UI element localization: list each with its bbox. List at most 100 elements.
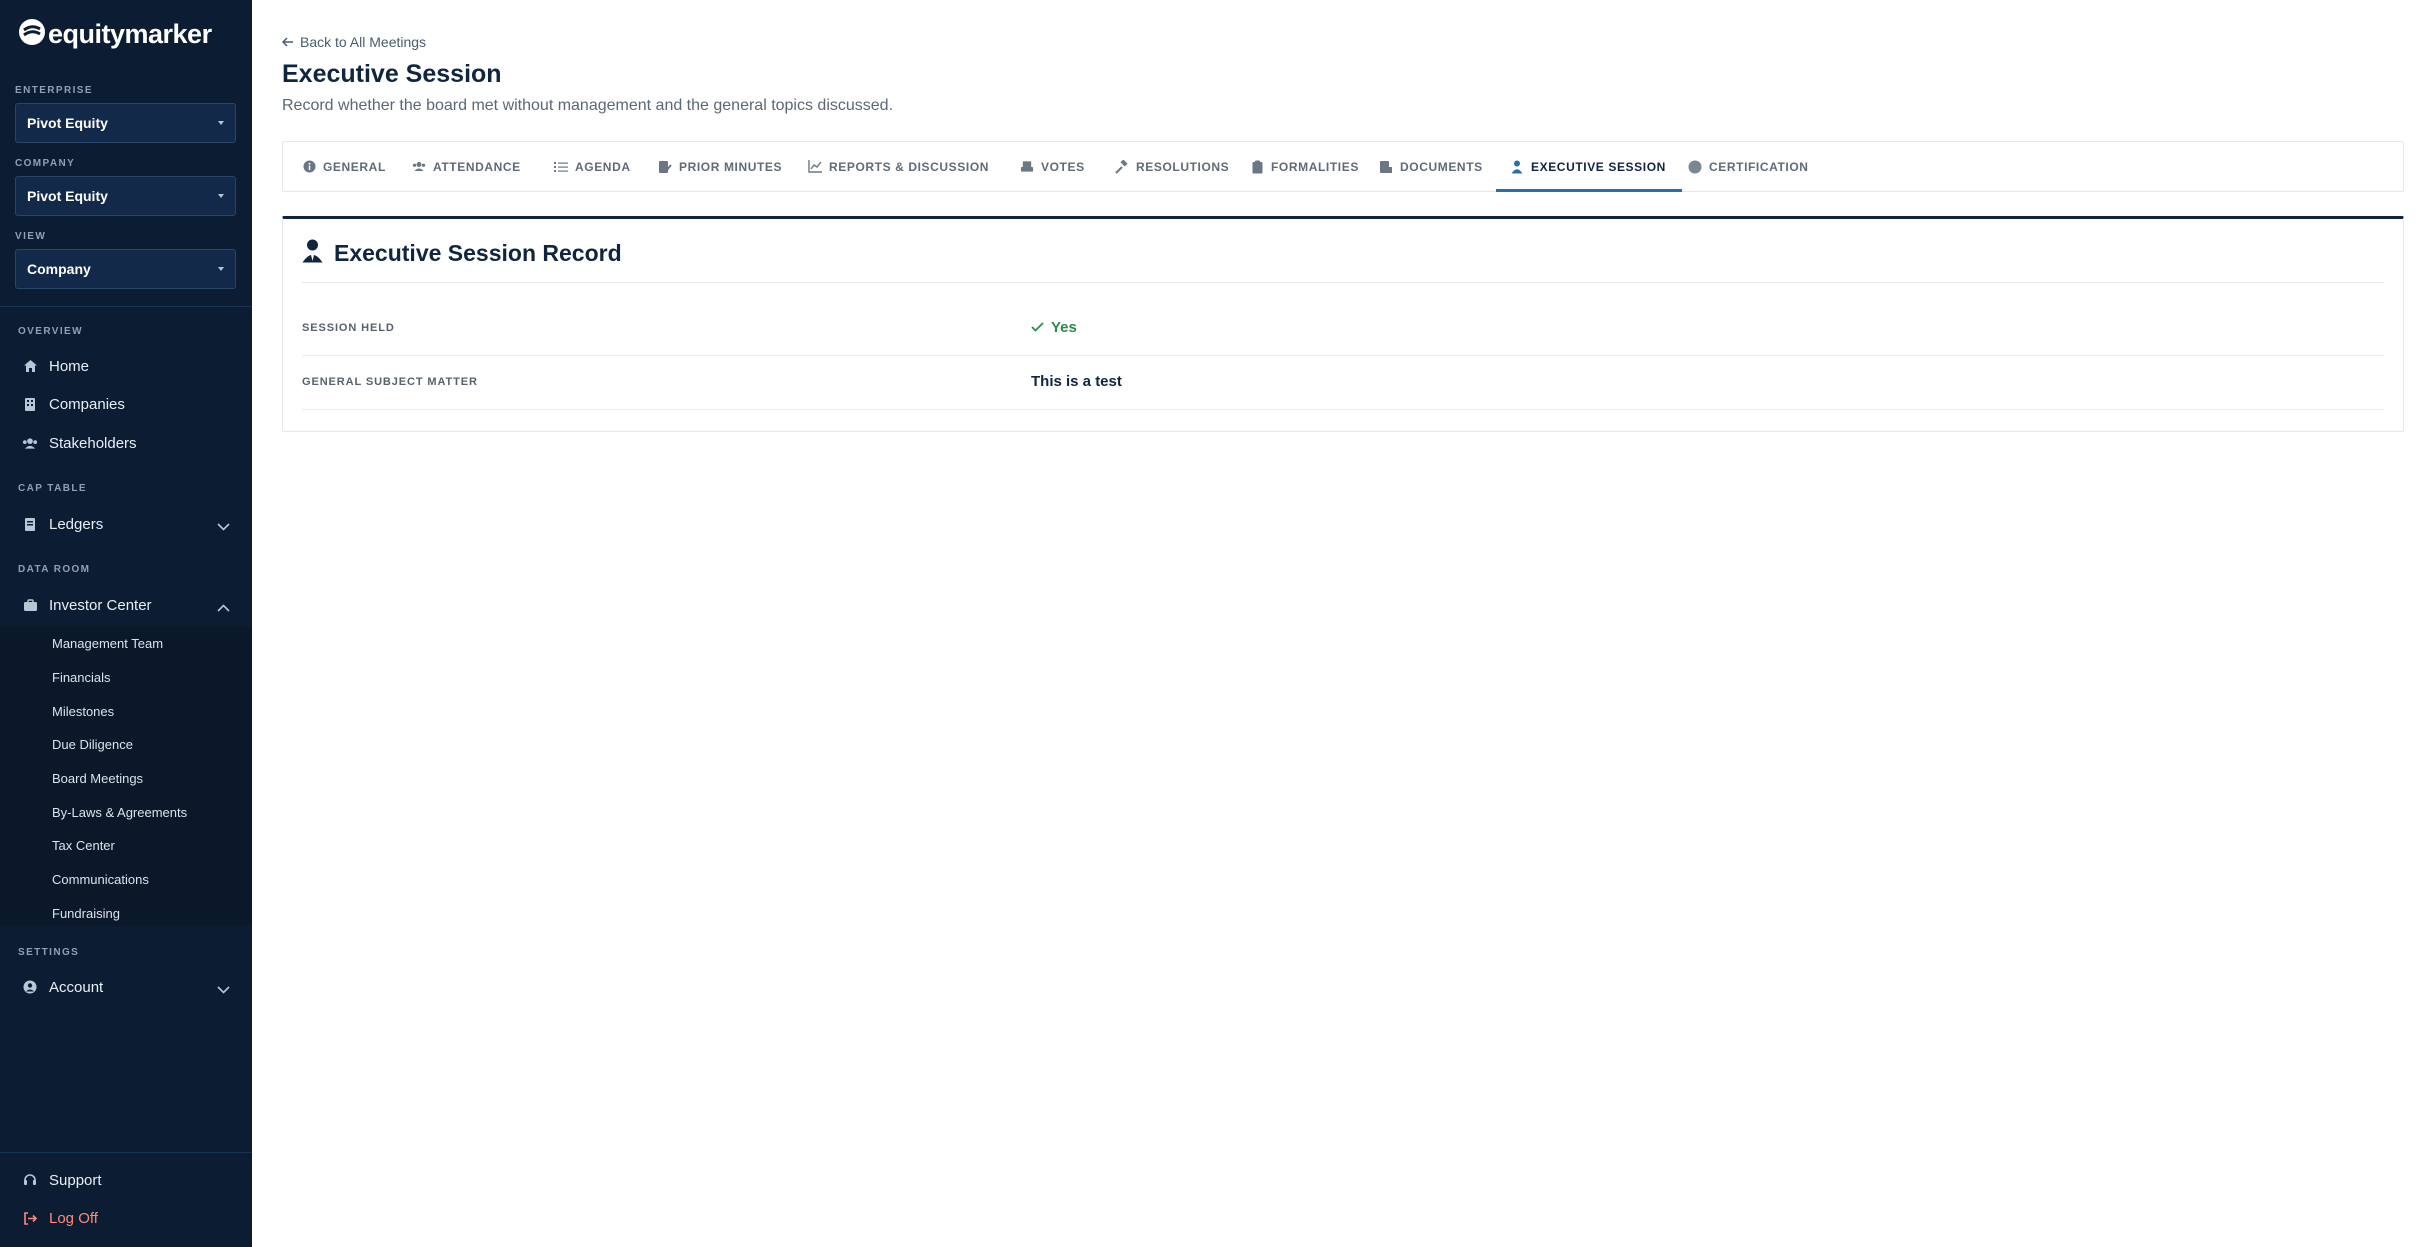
ballot-icon <box>1020 160 1034 174</box>
session-held-label: SESSION HELD <box>302 322 395 334</box>
submenu-item-tax-center[interactable]: Tax Center <box>52 838 115 853</box>
company-select[interactable]: Pivot Equity <box>15 176 236 216</box>
sidebar-item-label: Log Off <box>49 1209 98 1227</box>
sidebar-item-label: Ledgers <box>49 515 104 533</box>
meeting-tabs: GENERAL ATTENDANCE AGENDA PRIOR MINUTES … <box>282 141 2404 192</box>
tab-label: GENERAL <box>323 159 386 174</box>
user-circle-icon <box>22 979 38 995</box>
tab-label: AGENDA <box>575 159 631 174</box>
group-cap-table: CAP TABLE <box>18 483 87 494</box>
sidebar-item-support[interactable]: Support <box>0 1162 252 1198</box>
sidebar-item-label: Account <box>49 978 104 996</box>
view-label: VIEW <box>15 231 47 242</box>
arrow-left-icon <box>281 34 294 50</box>
sidebar-item-home[interactable]: Home <box>0 348 252 384</box>
briefcase-icon <box>22 597 38 613</box>
session-held-value: Yes <box>1031 319 1077 336</box>
page-subtitle: Record whether the board met without man… <box>282 97 894 114</box>
tab-agenda[interactable]: AGENDA <box>554 142 631 191</box>
logo[interactable]: equitymarker <box>18 18 212 51</box>
field-row: GENERAL SUBJECT MATTER This is a test <box>302 356 2384 410</box>
sidebar-item-logoff[interactable]: Log Off <box>0 1200 252 1236</box>
sidebar-item-label: Investor Center <box>49 596 152 614</box>
tab-label: CERTIFICATION <box>1709 159 1809 174</box>
tab-votes[interactable]: VOTES <box>1020 142 1085 191</box>
tab-executive-session[interactable]: EXECUTIVE SESSION <box>1496 142 1682 192</box>
book-icon <box>22 516 38 532</box>
caret-down-icon <box>218 194 224 198</box>
submenu-item-due-diligence[interactable]: Due Diligence <box>52 737 133 752</box>
submenu-item-communications[interactable]: Communications <box>52 872 149 887</box>
logout-icon <box>22 1210 38 1226</box>
subject-matter-value: This is a test <box>1031 373 1122 390</box>
view-select[interactable]: Company <box>15 249 236 289</box>
user-tie-icon <box>1510 160 1524 174</box>
info-icon <box>302 160 316 174</box>
tab-label: REPORTS & DISCUSSION <box>829 159 990 174</box>
company-value: Pivot Equity <box>27 188 108 204</box>
group-overview: OVERVIEW <box>18 326 83 337</box>
submenu-item-milestones[interactable]: Milestones <box>52 704 114 719</box>
field-row: SESSION HELD Yes <box>302 302 2384 356</box>
sidebar-item-label: Home <box>49 357 90 375</box>
tab-label: FORMALITIES <box>1271 159 1359 174</box>
chevron-up-icon <box>217 599 230 616</box>
tab-prior-minutes[interactable]: PRIOR MINUTES <box>658 142 782 191</box>
group-data-room: DATA ROOM <box>18 564 91 575</box>
users-icon <box>412 160 426 174</box>
check-icon <box>1031 319 1044 336</box>
tab-documents[interactable]: DOCUMENTS <box>1379 142 1483 191</box>
home-icon <box>22 358 38 374</box>
submenu-item-bylaws-agreements[interactable]: By-Laws & Agreements <box>52 805 187 820</box>
investor-center-submenu: Management Team Financials Milestones Du… <box>0 626 252 926</box>
view-value: Company <box>27 261 91 277</box>
sidebar-item-label: Companies <box>49 395 125 413</box>
tab-label: PRIOR MINUTES <box>679 159 783 174</box>
tab-reports-discussion[interactable]: REPORTS & DISCUSSION <box>808 142 989 191</box>
list-icon <box>554 160 568 174</box>
tab-certification[interactable]: CERTIFICATION <box>1688 142 1809 191</box>
back-link-label: Back to All Meetings <box>300 34 427 50</box>
building-icon <box>22 396 38 412</box>
tab-label: VOTES <box>1041 159 1085 174</box>
documents-icon <box>1379 160 1393 174</box>
sidebar-item-label: Stakeholders <box>49 434 137 452</box>
chevron-down-icon <box>217 981 230 998</box>
submenu-item-financials[interactable]: Financials <box>52 670 111 685</box>
enterprise-value: Pivot Equity <box>27 115 108 131</box>
card-title: Executive Session Record <box>334 240 622 266</box>
sidebar-item-ledgers[interactable]: Ledgers <box>0 506 252 542</box>
sidebar-item-label: Support <box>49 1171 102 1189</box>
seal-icon <box>1688 160 1702 174</box>
tab-resolutions[interactable]: RESOLUTIONS <box>1115 142 1229 191</box>
user-tie-icon <box>302 239 323 268</box>
sidebar-item-account[interactable]: Account <box>0 969 252 1005</box>
sidebar-item-stakeholders[interactable]: Stakeholders <box>0 425 252 461</box>
tab-label: EXECUTIVE SESSION <box>1531 159 1666 174</box>
chart-line-icon <box>808 160 822 174</box>
file-edit-icon <box>658 160 672 174</box>
sidebar-item-companies[interactable]: Companies <box>0 386 252 422</box>
chevron-down-icon <box>217 518 230 535</box>
group-settings: SETTINGS <box>18 947 80 958</box>
session-held-text: Yes <box>1051 319 1077 336</box>
subject-matter-label: GENERAL SUBJECT MATTER <box>302 376 478 388</box>
back-link[interactable]: Back to All Meetings <box>281 34 427 50</box>
submenu-item-fundraising[interactable]: Fundraising <box>52 906 120 921</box>
sidebar-divider <box>0 1152 252 1153</box>
tab-attendance[interactable]: ATTENDANCE <box>412 142 521 191</box>
gavel-icon <box>1115 159 1129 174</box>
tab-formalities[interactable]: FORMALITIES <box>1250 142 1359 191</box>
company-label: COMPANY <box>15 158 76 169</box>
submenu-item-management-team[interactable]: Management Team <box>52 636 163 651</box>
tab-general[interactable]: GENERAL <box>302 142 386 191</box>
sidebar-item-investor-center[interactable]: Investor Center <box>0 587 252 623</box>
submenu-item-board-meetings[interactable]: Board Meetings <box>52 771 143 786</box>
enterprise-select[interactable]: Pivot Equity <box>15 103 236 143</box>
card-divider <box>302 282 2384 283</box>
caret-down-icon <box>218 267 224 271</box>
sidebar-divider <box>0 306 252 307</box>
sidebar: equitymarker ENTERPRISE Pivot Equity COM… <box>0 0 252 1247</box>
main-content: Back to All Meetings Executive Session R… <box>252 0 2434 1247</box>
tab-label: RESOLUTIONS <box>1136 159 1230 174</box>
